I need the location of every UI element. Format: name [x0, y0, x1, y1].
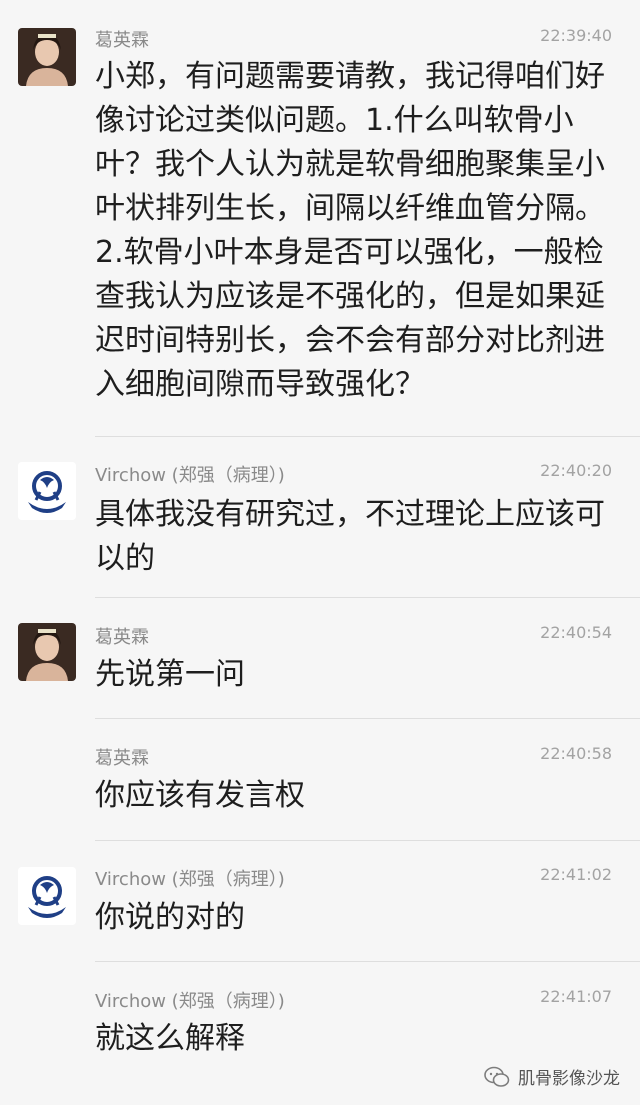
- female-portrait-icon: [18, 28, 76, 86]
- message-time: 22:41:02: [540, 865, 612, 884]
- message-item: Virchow (郑强（病理）) 22:40:20 具体我没有研究过，不过理论上…: [0, 437, 640, 598]
- message-item: Virchow (郑强（病理）) 22:41:07 就这么解释: [0, 961, 640, 1061]
- sender-name: 葛英霖: [95, 30, 149, 51]
- message-text[interactable]: 小郑，有问题需要请教，我记得咱们好像讨论过类似问题。1.什么叫软骨小叶？我个人认…: [95, 55, 615, 407]
- watermark: 肌骨影像沙龙: [484, 1064, 620, 1089]
- blue-emblem-icon: [18, 462, 76, 520]
- message-time: 22:40:20: [540, 461, 612, 480]
- message-item: Virchow (郑强（病理）) 22:41:02 你说的对的: [0, 840, 640, 962]
- avatar[interactable]: [18, 867, 76, 925]
- message-text[interactable]: 你说的对的: [95, 896, 615, 940]
- watermark-label: 肌骨影像沙龙: [518, 1069, 620, 1089]
- blue-emblem-icon: [18, 867, 76, 925]
- avatar[interactable]: [18, 462, 76, 520]
- avatar[interactable]: [18, 28, 76, 86]
- message-time: 22:40:54: [540, 623, 612, 642]
- avatar[interactable]: [18, 623, 76, 681]
- message-item: 葛英霖 22:40:54 先说第一问: [0, 597, 640, 719]
- message-text[interactable]: 具体我没有研究过，不过理论上应该可以的: [95, 493, 615, 581]
- sender-name: Virchow (郑强（病理）): [95, 465, 285, 486]
- message-item: 葛英霖 22:39:40 小郑，有问题需要请教，我记得咱们好像讨论过类似问题。1…: [0, 0, 640, 437]
- sender-name: Virchow (郑强（病理）): [95, 991, 285, 1012]
- message-time: 22:40:58: [540, 744, 612, 763]
- message-item: 葛英霖 22:40:58 你应该有发言权: [0, 718, 640, 841]
- message-text[interactable]: 就这么解释: [95, 1017, 615, 1061]
- sender-name: Virchow (郑强（病理）): [95, 869, 285, 890]
- message-time: 22:39:40: [540, 26, 612, 45]
- message-text[interactable]: 先说第一问: [95, 653, 615, 697]
- message-time: 22:41:07: [540, 987, 612, 1006]
- female-portrait-icon: [18, 623, 76, 681]
- message-text[interactable]: 你应该有发言权: [95, 774, 615, 818]
- sender-name: 葛英霖: [95, 627, 149, 648]
- wechat-icon: [484, 1066, 510, 1087]
- sender-name: 葛英霖: [95, 748, 149, 769]
